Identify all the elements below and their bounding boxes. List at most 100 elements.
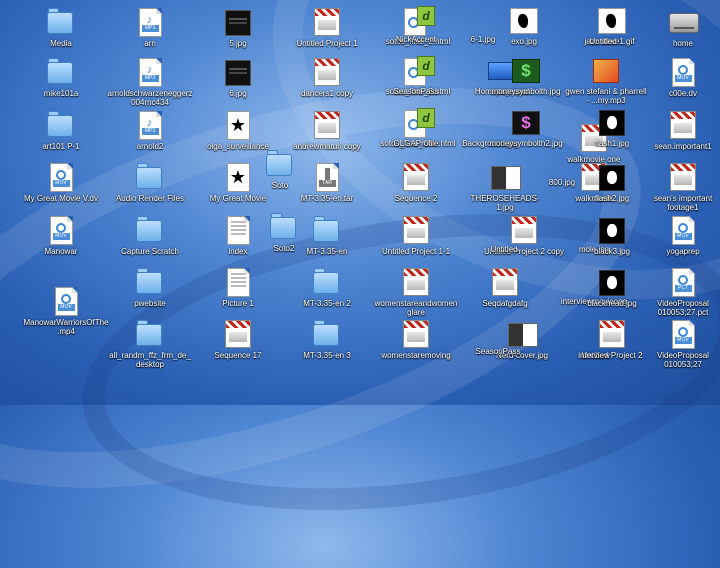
desktop-icon-label: Media [50,39,72,48]
image-thumbnail-icon [599,270,625,296]
desktop-icon-yogaprep[interactable]: MOV yogaprep [640,216,720,256]
desktop-icon-arnold2[interactable]: ♪ MP3 arnold2 [107,111,193,151]
desktop-icon-videoproposal[interactable]: MOV VideoProposal 010053;27 [640,320,720,369]
desktop-icon-glyph: TAR [313,163,341,192]
desktop-icon-audio-render[interactable]: Audio Render Files [107,163,193,203]
desktop-icon-media[interactable]: Media [18,8,104,48]
hard-drive-icon [669,13,699,33]
desktop-icon-glyph [136,268,164,296]
image-file-icon [225,10,251,36]
desktop-icon-c00edv[interactable]: MOV c00e.dv [640,58,720,98]
audio-file-icon: ♪ MP3 [138,111,162,140]
desktop-icon-label: MT-3.35-en.tar [300,194,354,203]
desktop-icon-picture1[interactable]: Picture 1 [195,268,281,308]
quicktime-movie-icon: MOV [49,216,73,245]
image-thumbnail-icon [599,165,625,191]
desktop-icon-gwen[interactable]: gwen stefani & pharrell - ...my.mp3 [563,56,649,105]
desktop-icon-arnold-rnc[interactable]: ♪ MP3 arnoldschwarzeneggerz004rnc434 [107,58,193,107]
archive-icon: TAR [315,163,339,192]
folder-icon [47,58,73,84]
desktop-icon-mike101a[interactable]: mike101a [18,58,104,98]
desktop-icon-glyph [402,124,430,136]
desktop-icon-my-great-movie-dv[interactable]: MOV My Great Movie V.dv [18,163,104,203]
desktop-icon-womenstare[interactable]: womenstareandwomenglare [373,268,459,317]
desktop-icon-mt-en2[interactable]: MT-3.35-en 2 [284,268,370,308]
desktop-icon-sequence2[interactable]: Sequence 2 [373,163,459,203]
desktop-icon-seasonpass[interactable]: SeasonPass [373,72,459,96]
desktop-icon-glyph [402,20,430,32]
desktop-icon-label: exo.jpg [511,37,537,46]
star-document-icon: ★ [226,111,250,140]
final-cut-project-icon [403,216,429,244]
desktop-icon-glyph [669,111,697,139]
desktop-icon-exojpg[interactable]: exo.jpg [481,6,567,46]
desktop-icon-glyph [402,216,430,244]
image-thumbnail-icon [510,8,538,34]
desktop-icon-pwebsite[interactable]: pwebsite [107,268,193,308]
desktop-icon-moneysymbol[interactable]: $ moneysymbolth.jpg [483,56,569,96]
desktop-icon-label: Untitled [490,245,518,254]
desktop-icon-glyph [491,163,521,191]
quicktime-movie-icon: MOV [671,216,695,245]
image-thumbnail-icon [598,8,626,34]
desktop-icon-andrewmaturi[interactable]: andrewmaturi copy [284,111,370,151]
desktop-icon-mt-en3[interactable]: MT-3.35-en 3 [284,320,370,360]
desktop-icon-sean-important1[interactable]: sean.important1 [640,111,720,151]
desktop-icon-all-randm[interactable]: all_randm_ffz_frm_de_desktop [107,320,193,369]
desktop-icon-5jpg[interactable]: 5.jpg [195,8,281,48]
desktop-icon-label: SeasonPass [393,87,439,96]
desktop-icon-art101[interactable]: art101 P-1 [18,111,104,151]
desktop-icon-label: art101 P-1 [42,142,80,151]
desktop-icon-glyph: PCT [669,268,697,297]
desktop-icon-olga[interactable]: ★ olga_surveillance [195,111,281,151]
desktop-icon-interview[interactable]: interview [551,336,637,360]
desktop-icon-home[interactable]: home [640,8,720,48]
desktop-icon-label: arn [144,39,156,48]
desktop-icon-dancers1[interactable]: dancers1 copy [284,58,370,98]
desktop-icon-womenstaremoving[interactable]: womenstaremoving [373,320,459,360]
desktop-icon-label: moneysymbolth.jpg [491,87,561,96]
desktop-icon-capture-scratch[interactable]: Capture Scratch [107,216,193,256]
desktop-icon-glyph: MOV [47,163,75,192]
desktop-icon-untitled-project-1-1[interactable]: Untitled Project 1-1 [373,216,459,256]
desktop-icon-label: womenstaremoving [381,351,451,360]
desktop-icon-label: Sequence 17 [214,351,262,360]
desktop-icon-label: home [672,39,693,48]
desktop-icon-label: ManowarWarriorsOfThe.mp4 [23,318,109,336]
desktop-icon-6jpg[interactable]: 6.jpg [195,58,281,98]
desktop-icon-glyph [224,268,252,297]
desktop-icon-untitled-bg[interactable]: Untitled [461,230,547,254]
desktop-icon-label: flash1.jpg [594,139,630,148]
desktop-icon-label: all_randm_ffz_frm_de_desktop [109,351,191,369]
desktop-icon-untitled-project-1[interactable]: Untitled Project 1 [284,8,370,48]
text-document-icon [226,268,250,297]
image-thumbnail-icon [599,218,625,244]
desktop-icon-label: Sequence 2 [394,194,438,203]
desktop-icon-glyph [402,268,430,296]
desktop-icon-glyph: ♪ MP3 [136,58,164,87]
final-cut-project-icon [670,163,696,191]
desktop-icon-manowar-mp4[interactable]: MOV ManowarWarriorsOfThe.mp4 [23,287,109,336]
desktop-icon-glyph [402,320,430,348]
folder-icon [313,320,339,346]
desktop-icon-glyph: MOV [52,287,80,316]
desktop-icon-mt-tar[interactable]: TAR MT-3.35-en.tar [284,163,370,203]
desktop-icon-glyph [491,268,519,296]
desktop-icon-glyph [313,320,341,348]
desktop-icon-label: THEROSEHEADS-1.jpg [470,194,540,212]
image-thumbnail-icon [491,166,521,190]
final-cut-project-icon [314,58,340,86]
desktop-icon-glyph [490,230,518,242]
desktop-icon-arn[interactable]: ♪ MP3 arn [107,8,193,48]
desktop-icon-label: My Great Movie [209,194,267,203]
folder-icon [313,216,339,242]
desktop-icon-seqdafgdafg[interactable]: Seqdafgdafg [462,268,548,308]
desktop-icon-videoproposal-pct[interactable]: PCT VideoProposal 010053;27.pct [640,268,720,317]
desktop-icon-mt-en[interactable]: MT-3.35-en [284,216,370,256]
desktop-icon-sean-important-footage[interactable]: sean's important footage1 [640,163,720,212]
desktop-icon-seasonpass2[interactable]: SeasonPass [455,332,541,356]
desktop-icon-label: gwen stefani & pharrell - ...my.mp3 [565,87,647,105]
final-cut-project-icon [403,163,429,191]
desktop-icon-manowar[interactable]: MOV Manowar [18,216,104,256]
desktop-icon-sequence17[interactable]: Sequence 17 [195,320,281,360]
